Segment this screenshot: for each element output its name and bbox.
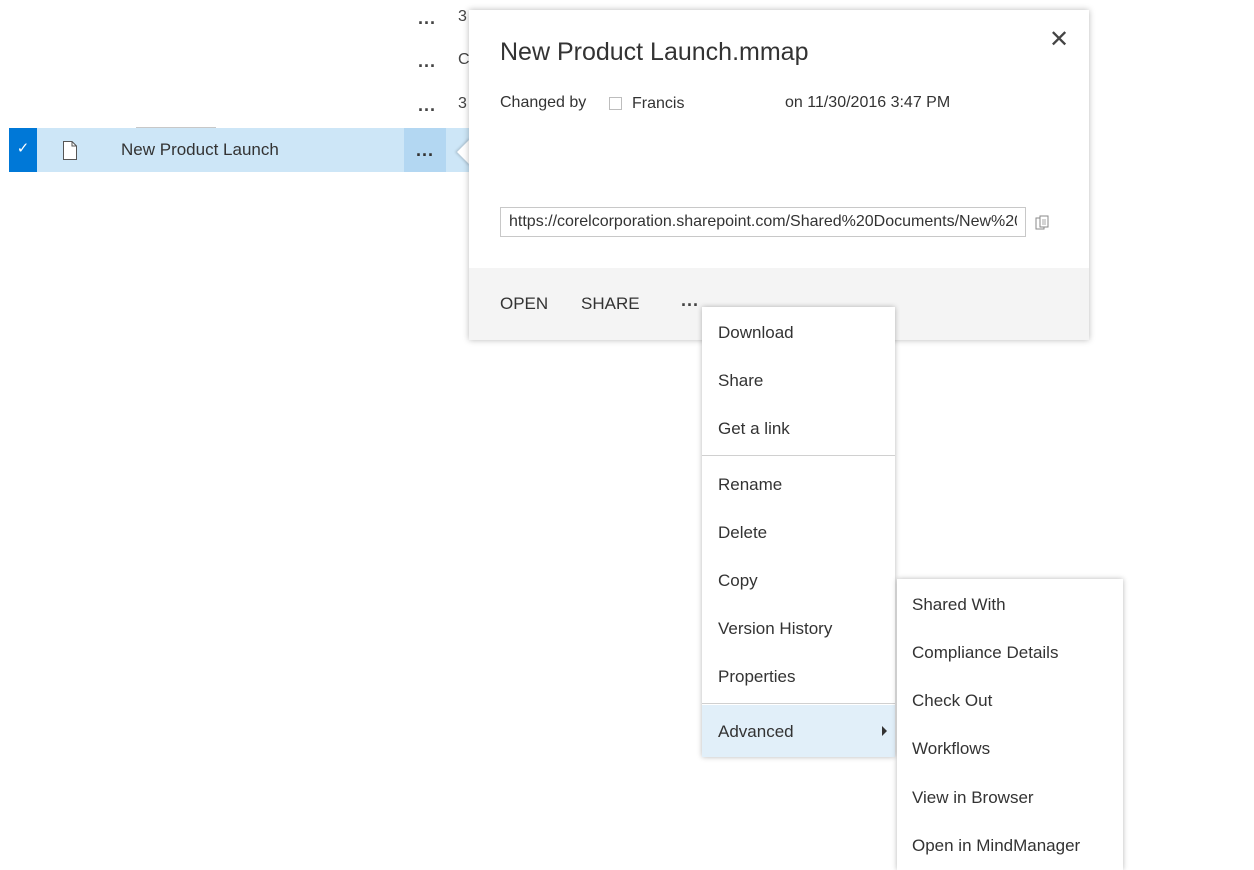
menu-item-check-out[interactable]: Check Out [897, 677, 1123, 725]
menu-item-advanced-label: Advanced [718, 722, 794, 741]
menu-item-properties[interactable]: Properties [702, 653, 895, 701]
row-more-actions-button[interactable]: ... [418, 52, 442, 77]
menu-item-workflows[interactable]: Workflows [897, 725, 1123, 773]
changed-date: on 11/30/2016 3:47 PM [785, 94, 951, 111]
close-icon[interactable]: ✕ [1047, 28, 1071, 52]
menu-item-view-in-browser[interactable]: View in Browser [897, 774, 1123, 822]
changed-by-user-link[interactable]: Francis [632, 95, 684, 113]
menu-separator [702, 455, 895, 456]
more-actions-button[interactable]: ... [681, 290, 699, 311]
selected-file-row[interactable]: ✓ New Product Launch ... [9, 128, 469, 172]
file-name-link[interactable]: New Product Launch [121, 128, 279, 172]
menu-item-get-a-link[interactable]: Get a link [702, 405, 895, 453]
submenu-arrow-icon [882, 726, 887, 736]
presence-indicator-icon [609, 97, 622, 110]
document-icon [63, 141, 77, 160]
menu-item-version-history[interactable]: Version History [702, 605, 895, 653]
sharepoint-document-library: ... 3 ... C ... 3 ✓ New Product Launch .… [0, 0, 1254, 870]
file-callout: New Product Launch.mmap ✕ Changed by Fra… [469, 10, 1089, 340]
menu-item-shared-with[interactable]: Shared With [897, 581, 1123, 629]
checkmark-icon: ✓ [16, 140, 30, 157]
menu-item-advanced[interactable]: Advanced [702, 705, 895, 757]
menu-item-rename[interactable]: Rename [702, 461, 895, 509]
row-checkbox-checked[interactable]: ✓ [9, 128, 37, 172]
menu-separator [702, 703, 895, 704]
menu-item-compliance-details[interactable]: Compliance Details [897, 629, 1123, 677]
advanced-submenu: Shared With Compliance Details Check Out… [897, 579, 1123, 870]
share-button[interactable]: SHARE [581, 294, 640, 314]
open-menu-button[interactable]: ... [404, 128, 446, 172]
menu-item-open-in-mindmanager[interactable]: Open in MindManager [897, 822, 1123, 870]
menu-item-delete[interactable]: Delete [702, 509, 895, 557]
changed-by-label: Changed by [500, 94, 587, 111]
context-menu: Download Share Get a link Rename Delete … [702, 307, 895, 757]
copy-icon[interactable] [1035, 215, 1049, 231]
open-button[interactable]: OPEN [500, 294, 548, 314]
menu-item-download[interactable]: Download [702, 309, 895, 357]
file-url-input[interactable] [500, 207, 1026, 237]
menu-item-share[interactable]: Share [702, 357, 895, 405]
row-more-actions-button[interactable]: ... [418, 96, 442, 121]
menu-item-copy[interactable]: Copy [702, 557, 895, 605]
row-more-actions-button[interactable]: ... [418, 9, 442, 34]
callout-title: New Product Launch.mmap [500, 38, 809, 66]
